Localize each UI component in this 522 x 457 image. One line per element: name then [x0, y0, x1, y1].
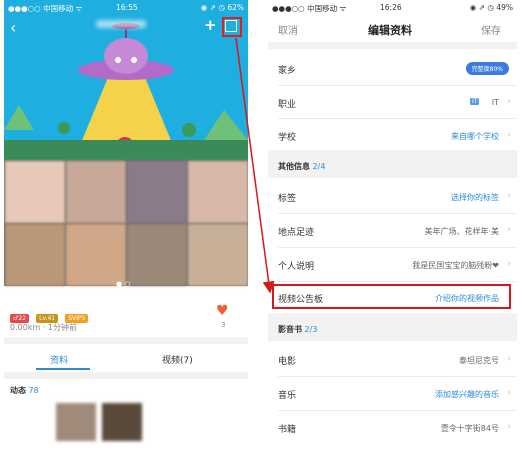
video-board-highlight-box: [272, 284, 511, 309]
username-blurred: [96, 20, 146, 28]
row-value: 泰坦尼克号: [459, 356, 499, 365]
photo-thumb[interactable]: [188, 161, 248, 223]
photo-thumb[interactable]: [127, 224, 187, 286]
status-bar: ●●●○○ 中国移动 ᯤ 16:55 ◉ ⇗ ◷ 62%: [4, 0, 248, 14]
tab-videos[interactable]: 视频(7): [162, 353, 193, 366]
section-media: 影音书 2/3: [278, 324, 317, 335]
row-label: 电影: [278, 357, 297, 367]
divider: [4, 372, 248, 379]
chevron-right-icon: ›: [507, 130, 511, 140]
row-value: 来自哪个学校: [451, 132, 499, 141]
row-value: IT: [491, 98, 499, 107]
back-icon[interactable]: ‹: [10, 18, 16, 37]
divider: [278, 85, 517, 86]
row-value: 添加感兴趣的音乐: [435, 390, 499, 399]
divider: [278, 410, 517, 411]
completion-badge: 完整度80%: [465, 62, 509, 75]
battery-label: ◉ ⇗ ◷ 62%: [200, 3, 244, 12]
add-icon[interactable]: +: [204, 16, 217, 34]
section-label: 其他信息: [278, 162, 310, 171]
feed-thumb[interactable]: [56, 403, 96, 441]
edit-icon[interactable]: [225, 20, 237, 32]
profile-screen: ●●●○○ 中国移动 ᯤ 16:55 ◉ ⇗ ◷ 62% ‹ + ● ○ ♂22…: [4, 0, 248, 457]
row-label: 职业: [278, 100, 297, 110]
chevron-right-icon: ›: [507, 388, 511, 398]
row-value: 壹令十字街84号: [440, 424, 499, 433]
divider: [278, 118, 517, 119]
section-count: 2/3: [304, 325, 318, 334]
photo-thumb[interactable]: [66, 224, 126, 286]
divider: [278, 213, 517, 214]
edit-profile-screen: ●●●○○ 中国移动 ᯤ 16:26 ◉ ⇗ ◷ 49% 取消 编辑资料 保存 …: [268, 0, 517, 457]
cancel-button[interactable]: 取消: [278, 22, 298, 37]
divider: [278, 376, 517, 377]
section-other-info: 其他信息 2/4: [278, 161, 325, 172]
occupation-tag-icon: IT: [470, 98, 480, 105]
divider: [268, 42, 517, 49]
feed-label: 动态: [10, 386, 26, 395]
row-label: 学校: [278, 133, 297, 143]
like-count: 3: [221, 321, 226, 329]
heart-icon[interactable]: ♥: [216, 303, 229, 319]
photo-thumb[interactable]: [188, 224, 248, 286]
clock: 16:26: [380, 3, 402, 12]
photo-thumb[interactable]: [5, 224, 65, 286]
save-button[interactable]: 保存: [481, 22, 501, 37]
chevron-right-icon: ›: [507, 259, 511, 269]
chevron-right-icon: ›: [507, 191, 511, 201]
photo-grid: [4, 160, 248, 286]
divider: [278, 281, 517, 282]
row-label: 地点足迹: [278, 228, 315, 238]
row-label: 家乡: [278, 66, 297, 76]
chevron-right-icon: ›: [507, 422, 511, 432]
clock: 16:55: [116, 3, 138, 12]
row-label: 音乐: [278, 391, 297, 401]
row-label: 书籍: [278, 425, 297, 435]
status-bar: ●●●○○ 中国移动 ᯤ 16:26 ◉ ⇗ ◷ 49%: [268, 0, 517, 14]
battery-label: ◉ ⇗ ◷ 49%: [469, 3, 513, 12]
page-dots: ● ○: [116, 280, 131, 288]
photo-thumb[interactable]: [127, 161, 187, 223]
feed-count: 78: [28, 386, 39, 395]
page-title: 编辑资料: [368, 24, 412, 37]
section-label: 影音书: [278, 325, 302, 334]
divider: [278, 247, 517, 248]
distance-time: 0.00km · 1分钟前: [10, 323, 77, 332]
feed-thumb[interactable]: [102, 403, 142, 441]
tab-profile[interactable]: 资料: [50, 353, 68, 366]
carrier-label: ●●●○○ 中国移动 ᯤ: [272, 4, 347, 13]
chevron-right-icon: ›: [507, 354, 511, 364]
row-value: 选择你的标签: [451, 193, 499, 202]
row-value: 美年广场、花样年·美: [424, 227, 499, 236]
carrier-label: ●●●○○ 中国移动 ᯤ: [8, 4, 83, 13]
chevron-right-icon: ›: [507, 225, 511, 235]
row-label: 标签: [278, 194, 297, 204]
feed-header[interactable]: 动态 78: [10, 385, 39, 396]
photo-thumb[interactable]: [66, 161, 126, 223]
row-label: 个人说明: [278, 262, 315, 272]
photo-thumb[interactable]: [5, 161, 65, 223]
active-tab-indicator: [36, 368, 90, 370]
chevron-right-icon: ›: [507, 97, 511, 107]
divider: [4, 337, 248, 344]
row-value: 我是民国宝宝的脑残粉❤: [412, 261, 499, 270]
section-count: 2/4: [312, 162, 326, 171]
